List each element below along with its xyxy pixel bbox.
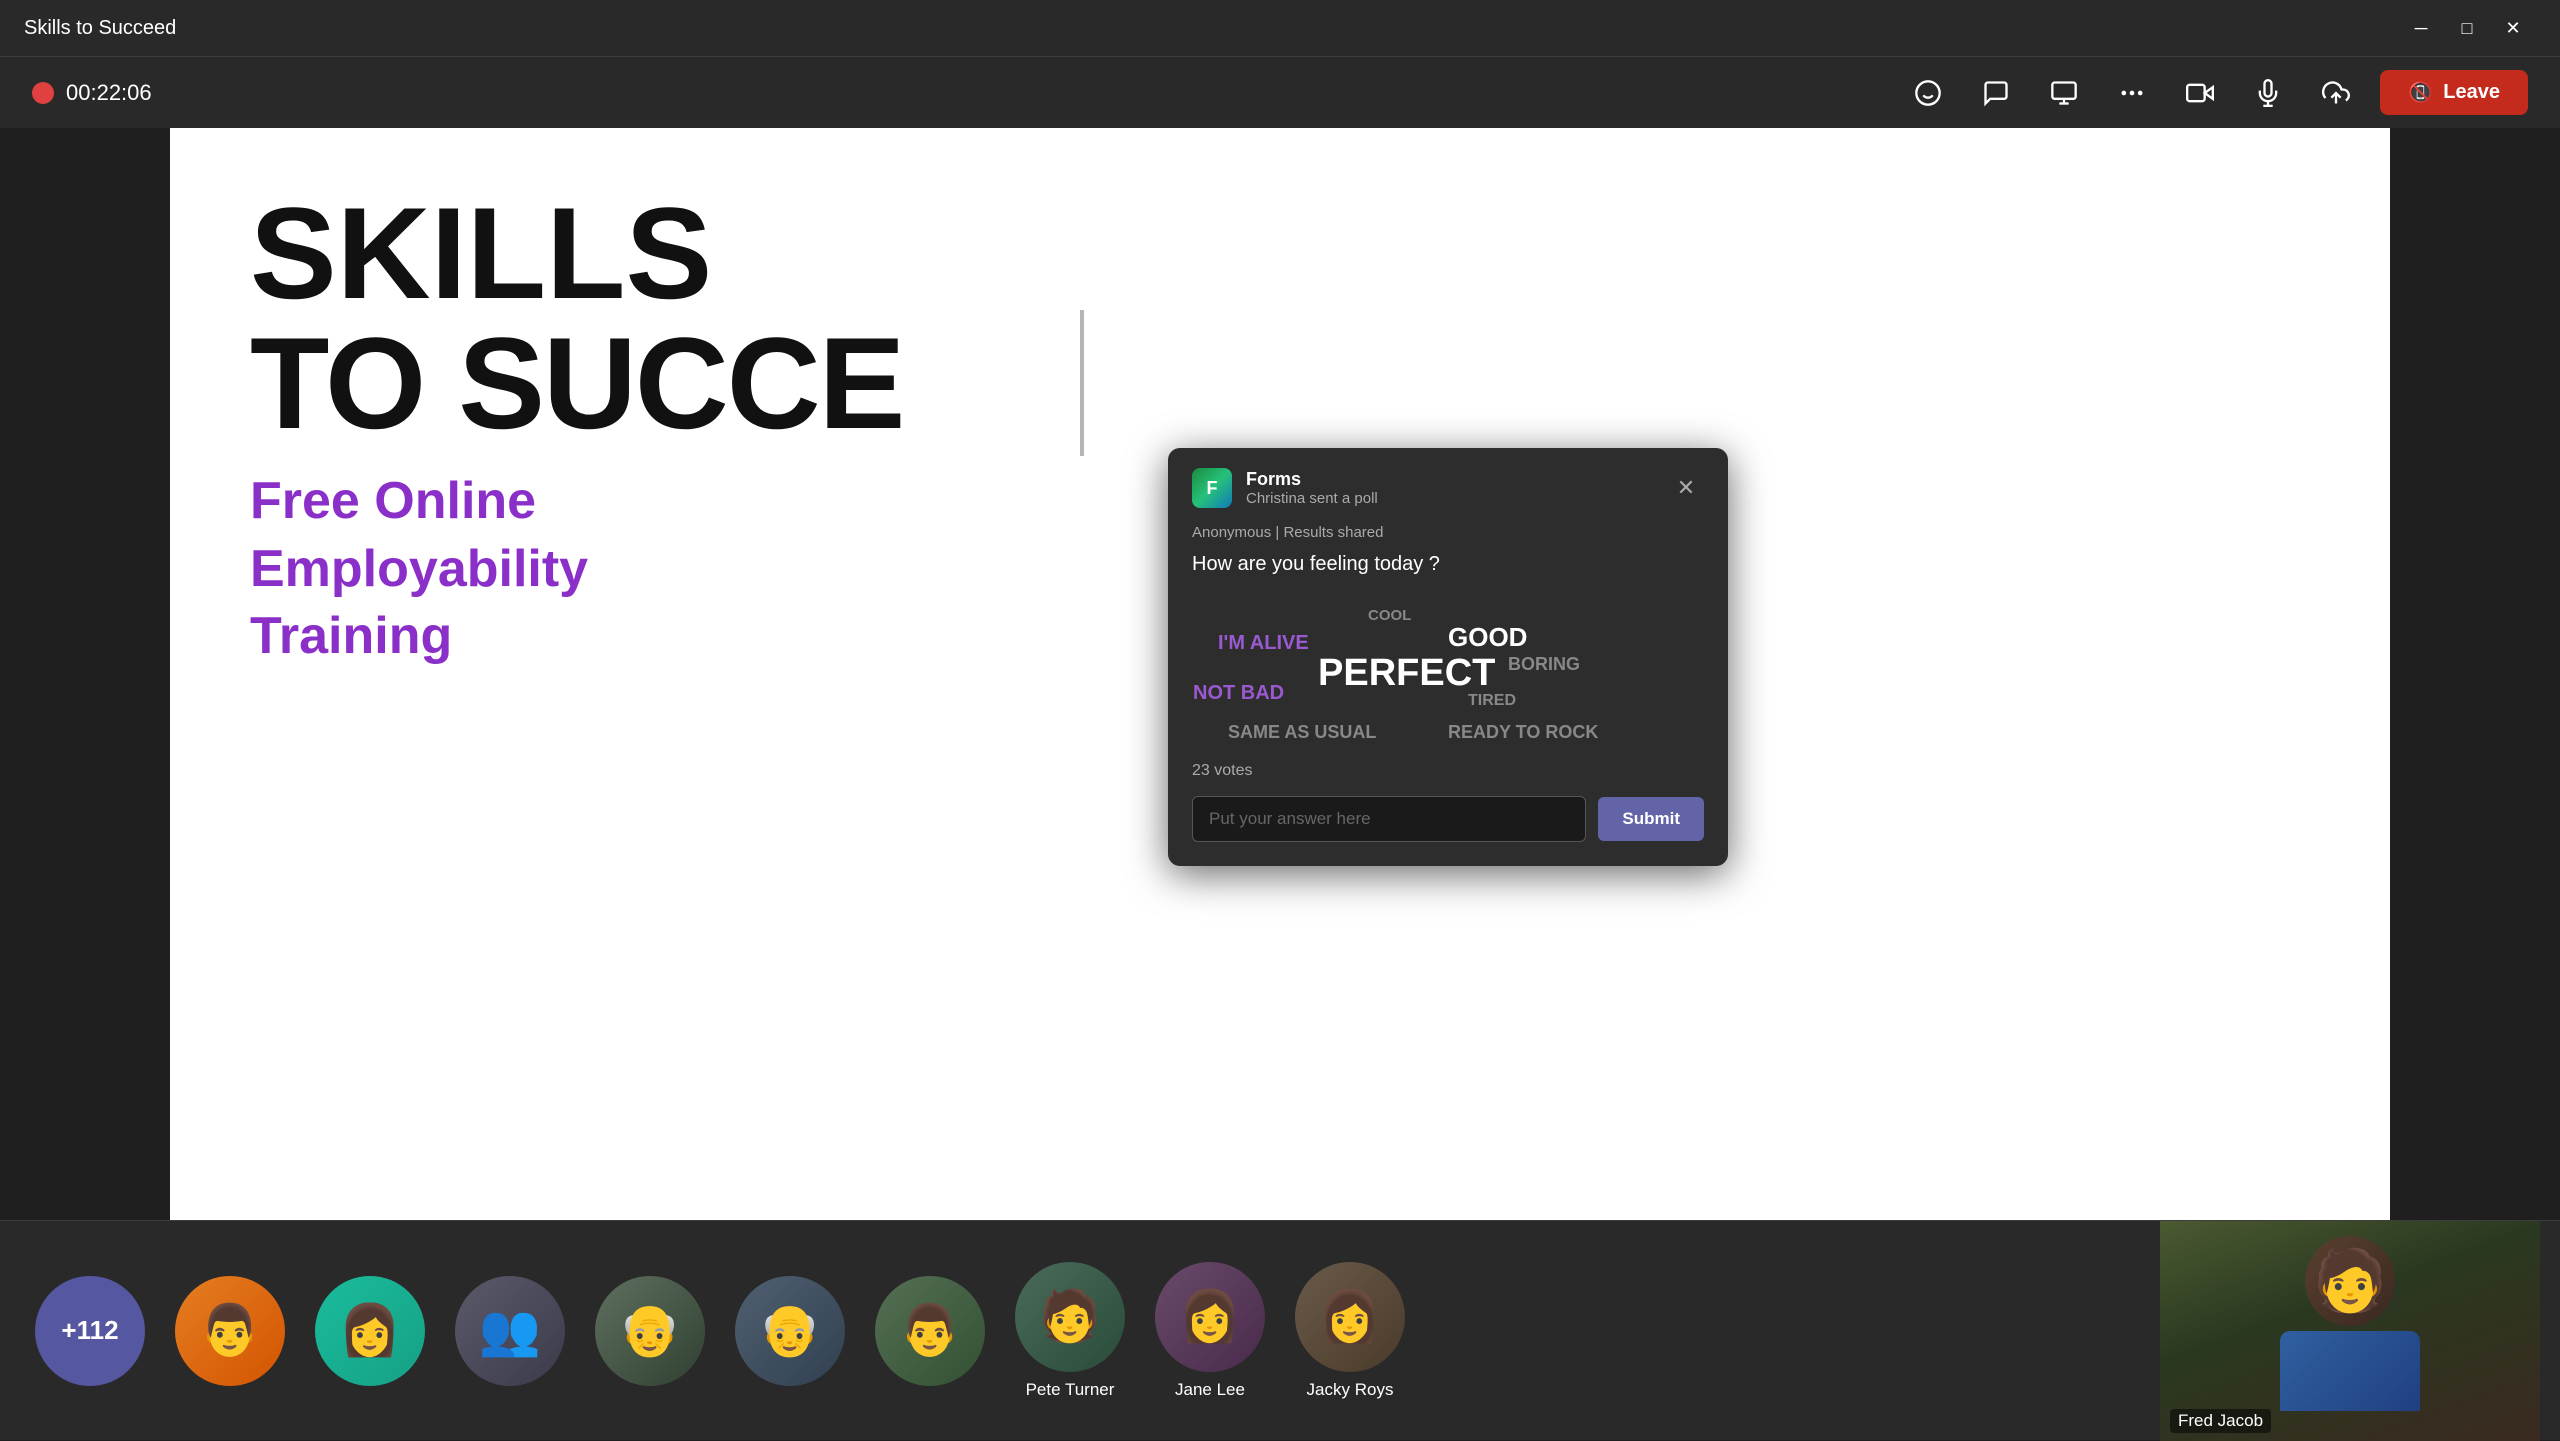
poll-footer: Submit xyxy=(1168,796,1728,866)
minimize-button[interactable]: ─ xyxy=(2398,5,2444,51)
name-jacky: Jacky Roys xyxy=(1307,1380,1394,1400)
chat-button[interactable] xyxy=(1972,69,2020,117)
more-badge: +112 xyxy=(35,1276,145,1386)
maximize-button[interactable]: □ xyxy=(2444,5,2490,51)
participant-4: 👥 xyxy=(440,1276,580,1386)
avatar-jacky: 👩 xyxy=(1295,1262,1405,1372)
word-ready-to-rock: READY TO ROCK xyxy=(1448,722,1598,743)
poll-header: F Forms Christina sent a poll ✕ xyxy=(1168,448,1728,524)
participant-7: 👨 xyxy=(860,1276,1000,1386)
poll-votes: 23 votes xyxy=(1168,762,1728,796)
participant-2: 👨 xyxy=(160,1276,300,1386)
forms-icon: F xyxy=(1192,468,1232,508)
mic-button[interactable] xyxy=(2244,69,2292,117)
participant-6: 👴 xyxy=(720,1276,860,1386)
word-im-alive: I'M ALIVE xyxy=(1218,632,1309,655)
leave-button[interactable]: 📵 Leave xyxy=(2380,70,2528,115)
slide-title-line2: TO SUCCEED xyxy=(250,318,2310,448)
recording-time: 00:22:06 xyxy=(66,80,152,106)
camera-button[interactable] xyxy=(2176,69,2224,117)
fred-figure: 🧑 xyxy=(2280,1236,2420,1411)
poll-sender: Christina sent a poll xyxy=(1246,490,1378,507)
recording-indicator: 00:22:06 xyxy=(32,80,152,106)
poll-close-button[interactable]: ✕ xyxy=(1668,470,1704,506)
share-button[interactable] xyxy=(2312,69,2360,117)
poll-word-cloud: I'M ALIVE COOL GOOD NOT BAD PERFECT BORI… xyxy=(1168,592,1728,762)
participants-strip: +112 👨 👩 👥 👴 👴 👨 🧑 xyxy=(0,1220,2560,1440)
app-title: Skills to Succeed xyxy=(24,17,176,40)
avatar-4: 👥 xyxy=(455,1276,565,1386)
close-button[interactable]: ✕ xyxy=(2490,5,2536,51)
window-controls: ─ □ ✕ xyxy=(2398,5,2536,51)
avatar-pete: 🧑 xyxy=(1015,1262,1125,1372)
avatar-3: 👩 xyxy=(315,1276,425,1386)
avatar-2: 👨 xyxy=(175,1276,285,1386)
poll-app-name: Forms xyxy=(1246,469,1378,490)
main-area: SKILLS TO SUCCEED Free Online Employabil… xyxy=(170,128,2390,1220)
poll-modal: F Forms Christina sent a poll ✕ Anonymou… xyxy=(1168,448,1728,866)
word-perfect: PERFECT xyxy=(1318,652,1495,695)
poll-answer-input[interactable] xyxy=(1192,796,1586,842)
avatar-jane: 👩 xyxy=(1155,1262,1265,1372)
name-pete: Pete Turner xyxy=(1026,1380,1115,1400)
poll-meta: Anonymous | Results shared xyxy=(1168,524,1728,549)
leave-label: Leave xyxy=(2443,81,2500,104)
title-bar: Skills to Succeed ─ □ ✕ xyxy=(0,0,2560,56)
reactions-button[interactable] xyxy=(1904,69,1952,117)
name-jane: Jane Lee xyxy=(1175,1380,1245,1400)
participant-jane: 👩 Jane Lee xyxy=(1140,1262,1280,1400)
poll-header-left: F Forms Christina sent a poll xyxy=(1192,468,1378,508)
avatar-6: 👴 xyxy=(735,1276,845,1386)
word-not-bad: NOT BAD xyxy=(1193,682,1284,705)
fred-body xyxy=(2280,1331,2420,1411)
participant-jacky: 👩 Jacky Roys xyxy=(1280,1262,1420,1400)
participant-3: 👩 xyxy=(300,1276,440,1386)
participant-pete: 🧑 Pete Turner xyxy=(1000,1262,1140,1400)
participant-5: 👴 xyxy=(580,1276,720,1386)
fred-face: 🧑 xyxy=(2305,1236,2395,1326)
leave-phone-icon: 📵 xyxy=(2408,80,2433,105)
more-participants: +112 xyxy=(20,1276,160,1386)
word-cool: COOL xyxy=(1368,607,1411,624)
avatar-5: 👴 xyxy=(595,1276,705,1386)
word-same-as-usual: SAME AS USUAL xyxy=(1228,722,1376,743)
recording-dot xyxy=(32,82,54,104)
avatar-7: 👨 xyxy=(875,1276,985,1386)
slide-title-line1: SKILLS xyxy=(250,188,2310,318)
poll-app-info: Forms Christina sent a poll xyxy=(1246,469,1378,507)
meeting-controls: 📵 Leave xyxy=(1904,69,2528,117)
poll-question: How are you feeling today ? xyxy=(1168,549,1728,592)
word-tired: Tired xyxy=(1468,692,1516,710)
poll-submit-button[interactable]: Submit xyxy=(1598,797,1704,841)
word-boring: BORING xyxy=(1508,654,1580,675)
word-good: GOOD xyxy=(1448,622,1527,653)
fred-video-tile: 🧑 Fred Jacob xyxy=(2160,1221,2540,1441)
meeting-bar: 00:22:06 📵 Leave xyxy=(0,56,2560,128)
whiteboard-button[interactable] xyxy=(2040,69,2088,117)
more-button[interactable] xyxy=(2108,69,2156,117)
fred-name-label: Fred Jacob xyxy=(2170,1409,2271,1433)
